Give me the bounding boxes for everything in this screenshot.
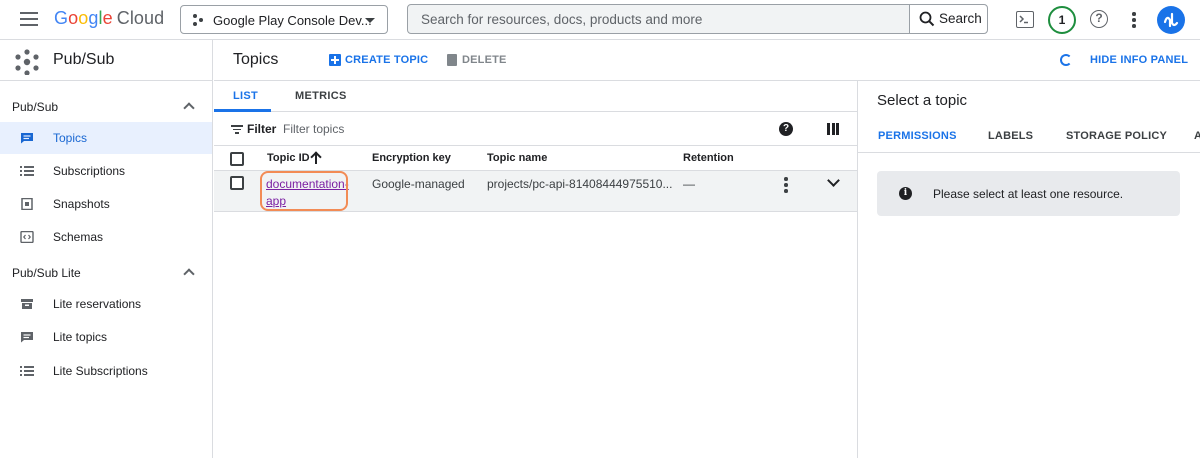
sidebar-item-label: Topics <box>53 131 88 145</box>
cloud-shell-icon[interactable] <box>1016 11 1034 28</box>
info-panel-title: Select a topic <box>877 92 968 109</box>
column-display-icon[interactable] <box>827 123 839 135</box>
delete-label: DELETE <box>462 54 507 66</box>
column-header-topic-id[interactable]: Topic ID <box>267 152 310 164</box>
list-icon <box>20 166 34 176</box>
snapshot-icon <box>21 198 33 210</box>
tab-labels[interactable]: LABELS <box>988 130 1033 142</box>
search-input[interactable]: Search for resources, docs, products and… <box>421 12 702 27</box>
sidebar-item-label: Snapshots <box>53 197 110 211</box>
active-tab-indicator <box>214 109 271 112</box>
sidebar-item-lite-topics[interactable]: Lite topics <box>0 321 212 353</box>
sidebar-item-label: Lite Subscriptions <box>53 364 148 378</box>
sort-ascending-icon[interactable] <box>311 151 321 165</box>
search-icon <box>919 11 935 27</box>
project-selector[interactable]: Google Play Console Dev... <box>180 5 388 34</box>
filter-icon[interactable] <box>231 125 243 134</box>
logo-google-text: Google <box>54 8 113 28</box>
filter-input[interactable]: Filter topics <box>283 122 344 136</box>
select-all-checkbox[interactable] <box>230 152 244 166</box>
info-icon: i <box>899 187 912 200</box>
google-cloud-logo[interactable]: Google Cloud <box>54 8 164 29</box>
refresh-icon[interactable] <box>1060 54 1072 66</box>
pubsub-logo-icon <box>14 49 40 76</box>
sidebar-item-label: Lite topics <box>53 330 108 344</box>
filter-label: Filter <box>247 122 277 136</box>
expand-row-icon[interactable] <box>827 174 840 187</box>
create-topic-label: CREATE TOPIC <box>345 54 429 66</box>
row-checkbox[interactable] <box>230 176 244 190</box>
topic-name-cell: projects/pc-api-81408444975510... <box>487 177 673 191</box>
hide-info-panel-button[interactable]: HIDE INFO PANEL <box>1090 54 1188 66</box>
filter-bar: Filter Filter topics ? <box>214 113 857 146</box>
help-icon[interactable]: ? <box>779 122 793 136</box>
sidebar-item-lite-subscriptions[interactable]: Lite Subscriptions <box>0 355 212 387</box>
row-actions-icon[interactable] <box>784 177 788 193</box>
project-icon <box>193 14 203 26</box>
product-title: Pub/Sub <box>53 51 115 68</box>
column-header-retention[interactable]: Retention <box>683 152 734 164</box>
sidebar-item-lite-reservations[interactable]: Lite reservations <box>0 288 212 320</box>
info-notice: i Please select at least one resource. <box>877 171 1180 216</box>
caret-down-icon <box>365 18 375 23</box>
sidebar-item-label: Schemas <box>53 230 104 244</box>
encryption-key-cell: Google-managed <box>372 177 465 191</box>
topics-icon <box>21 133 33 144</box>
code-icon <box>20 231 34 243</box>
section-title-pubsub-lite: Pub/Sub Lite <box>12 266 81 280</box>
list-icon <box>20 366 34 376</box>
retention-cell: — <box>683 177 695 191</box>
view-tabs: LIST METRICS <box>214 81 857 112</box>
tab-permissions[interactable]: PERMISSIONS <box>878 130 957 142</box>
main-menu-icon[interactable] <box>20 12 38 26</box>
sidebar-item-label: Subscriptions <box>53 164 126 178</box>
avatar[interactable] <box>1157 6 1185 34</box>
highlight-annotation <box>260 171 348 211</box>
section-title-pubsub: Pub/Sub <box>12 100 59 114</box>
sidebar-item-schemas[interactable]: Schemas <box>0 221 212 253</box>
search-button[interactable]: Search <box>909 5 987 33</box>
sidebar-item-label: Lite reservations <box>53 297 142 311</box>
reservation-icon <box>21 299 33 309</box>
tab-truncated[interactable]: A <box>1194 130 1200 142</box>
more-options-icon[interactable] <box>1132 12 1136 28</box>
page-title: Topics <box>233 51 279 68</box>
sidebar-item-snapshots[interactable]: Snapshots <box>0 188 212 220</box>
table-header: Topic ID Encryption key Topic name Reten… <box>214 147 857 171</box>
add-icon <box>329 54 341 66</box>
trash-icon <box>447 54 457 66</box>
sidebar-item-topics[interactable]: Topics <box>0 122 212 154</box>
search-bar[interactable]: Search for resources, docs, products and… <box>407 4 988 34</box>
logo-cloud-text: Cloud <box>116 8 165 28</box>
tab-list[interactable]: LIST <box>233 90 258 102</box>
notifications-badge[interactable]: 1 <box>1048 6 1076 34</box>
info-panel-tabs: PERMISSIONS LABELS STORAGE POLICY A <box>858 121 1200 153</box>
column-header-encryption-key[interactable]: Encryption key <box>372 152 451 164</box>
column-header-topic-name[interactable]: Topic name <box>487 152 547 164</box>
tab-storage-policy[interactable]: STORAGE POLICY <box>1066 130 1167 142</box>
sidebar-item-subscriptions[interactable]: Subscriptions <box>0 155 212 187</box>
help-icon[interactable]: ? <box>1090 10 1108 28</box>
search-button-label: Search <box>939 11 982 26</box>
project-name: Google Play Console Dev... <box>213 13 372 28</box>
notice-message: Please select at least one resource. <box>933 187 1124 201</box>
topics-icon <box>21 332 33 343</box>
tab-metrics[interactable]: METRICS <box>295 90 347 102</box>
